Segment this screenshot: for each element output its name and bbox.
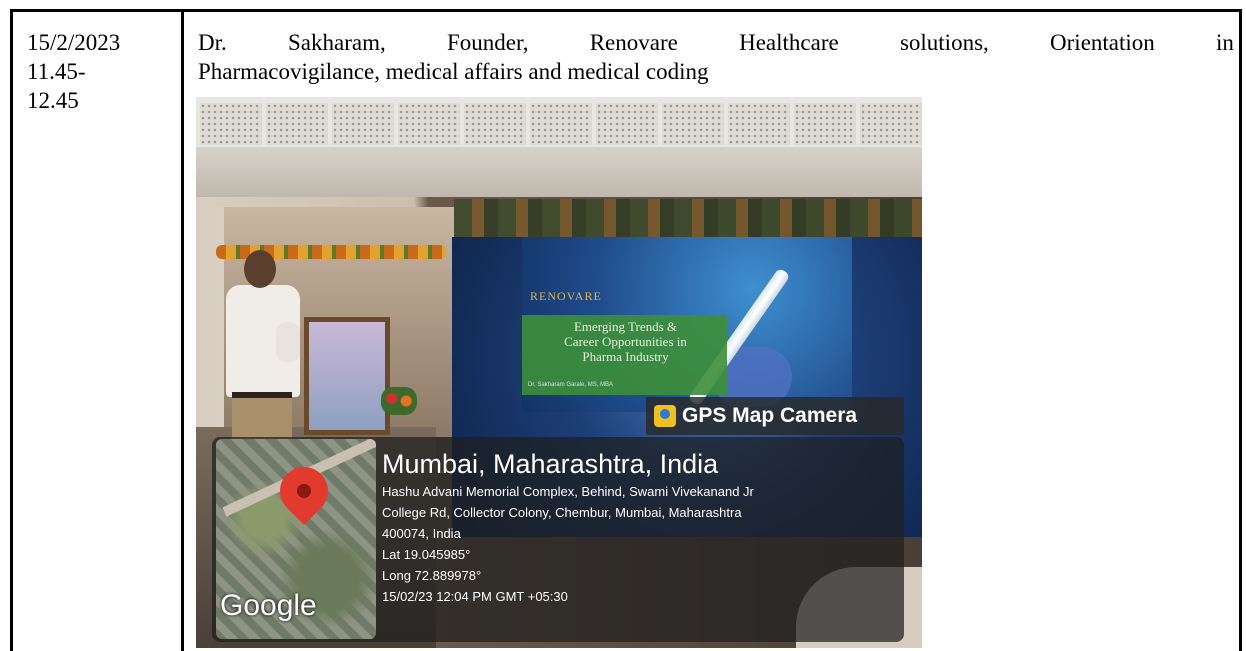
description-word: Renovare (589, 30, 678, 55)
session-time-start: 11.45- (27, 59, 86, 84)
ceiling-panel (530, 103, 592, 145)
slide-presenter: Dr. Sakharam Garale, MS, MBA (528, 382, 614, 388)
description-word: Orientation (1050, 30, 1155, 55)
gps-address-line: 400074, India (382, 526, 461, 541)
slide-title: Emerging Trends & Career Opportunities i… (564, 319, 687, 364)
gps-address-line: College Rd, Collector Colony, Chembur, M… (382, 505, 742, 520)
location-map: Google (216, 439, 376, 639)
ceiling-panel (200, 103, 262, 145)
flower-pot (381, 387, 417, 415)
ceiling-panel (662, 103, 724, 145)
session-time-end: 12.45 (27, 88, 79, 113)
table-border-left (10, 9, 13, 651)
ceiling-panel (266, 103, 328, 145)
description-word: solutions, (899, 30, 989, 55)
session-date: 15/2/2023 (27, 30, 121, 55)
description-line-1: Dr. Sakharam, Founder, Renovare Healthca… (198, 28, 1234, 57)
map-brand: Google (220, 589, 317, 622)
ceiling-panel (860, 103, 922, 145)
table-border-right (1239, 9, 1242, 651)
gps-camera-icon (654, 405, 676, 427)
ceiling-panel (794, 103, 856, 145)
description-word: Sakharam, (288, 30, 386, 55)
description-cell: Dr. Sakharam, Founder, Renovare Healthca… (198, 28, 1234, 86)
ceiling-panel (728, 103, 790, 145)
date-cell: 15/2/2023 11.45- 12.45 (27, 28, 177, 115)
gps-address-line: Hashu Advani Memorial Complex, Behind, S… (382, 484, 754, 499)
presentation-slide: RENOVARE Emerging Trends & Career Opport… (522, 237, 852, 412)
gps-camera-label: GPS Map Camera (682, 404, 858, 427)
gps-camera-badge: GPS Map Camera (646, 397, 904, 435)
ceiling-panel (332, 103, 394, 145)
ceiling-panel (464, 103, 526, 145)
framed-painting (304, 317, 390, 435)
gps-longitude: Long 72.889978° (382, 568, 482, 583)
description-word: Healthcare (739, 30, 839, 55)
speaker-head (244, 250, 276, 288)
event-photo: RENOVARE Emerging Trends & Career Opport… (196, 97, 922, 648)
speaker-belt (232, 392, 292, 398)
description-line-2: Pharmacovigilance, medical affairs and m… (198, 59, 709, 84)
description-word: Founder, (446, 30, 529, 55)
speaker-arm (276, 322, 300, 362)
slide-logo: RENOVARE (530, 289, 602, 303)
description-word: Dr. (198, 30, 227, 55)
foliage-decoration (454, 199, 922, 239)
table-border-top (10, 9, 1242, 12)
ceiling-panel (398, 103, 460, 145)
ceiling-panel (596, 103, 658, 145)
gps-timestamp: 15/02/23 12:04 PM GMT +05:30 (382, 589, 568, 604)
gps-city: Mumbai, Maharashtra, India (382, 449, 719, 479)
description-word: in (1216, 30, 1234, 55)
gps-latitude: Lat 19.045985° (382, 547, 471, 562)
gps-text-block: Mumbai, Maharashtra, India Hashu Advani … (382, 447, 892, 607)
table-border-column-divider (181, 9, 184, 651)
